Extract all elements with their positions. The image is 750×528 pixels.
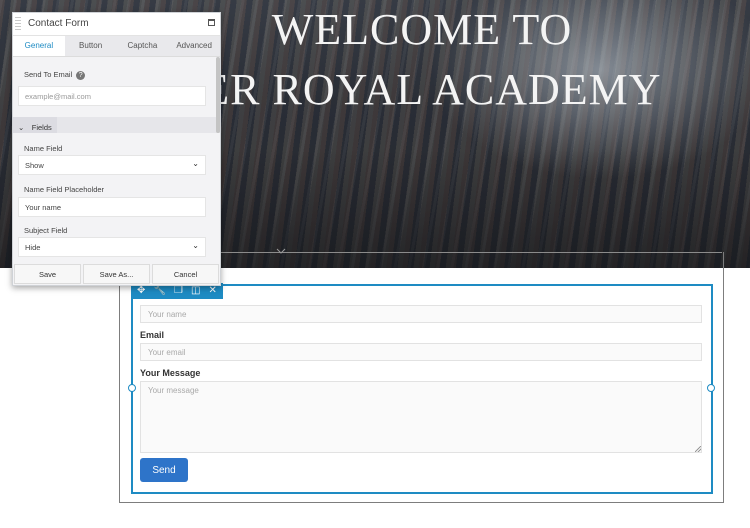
resize-handle-left[interactable] <box>128 384 136 392</box>
name-field-select[interactable]: Show ⌄ <box>18 155 206 175</box>
chevron-down-icon: ⌄ <box>192 159 199 168</box>
send-to-email-input[interactable]: example@mail.com <box>18 86 206 106</box>
panel-title: Contact Form <box>28 18 89 29</box>
tab-button[interactable]: Button <box>65 36 117 56</box>
minimize-icon[interactable] <box>208 19 215 26</box>
save-as-button[interactable]: Save As... <box>83 264 150 284</box>
tab-general[interactable]: General <box>13 36 65 56</box>
tab-captcha[interactable]: Captcha <box>117 36 169 56</box>
help-icon[interactable]: ? <box>76 70 86 80</box>
subject-field-select[interactable]: Hide ⌄ <box>18 237 206 257</box>
subject-field-label: Subject Field <box>24 226 68 235</box>
send-to-email-label: Send To Email? <box>24 70 86 80</box>
panel-footer: Save Save As... Cancel <box>13 264 220 285</box>
message-label: Your Message <box>140 368 201 378</box>
email-input[interactable]: Your email <box>140 343 702 361</box>
tab-advanced[interactable]: Advanced <box>168 36 220 56</box>
cancel-button[interactable]: Cancel <box>152 264 219 284</box>
name-placeholder-input[interactable]: Your name <box>18 197 206 217</box>
drop-indicator-icon <box>276 248 286 254</box>
name-field-label: Name Field <box>24 144 63 153</box>
chevron-down-icon: ⌄ <box>18 123 25 132</box>
textarea-resize-icon[interactable] <box>695 446 701 452</box>
panel-scrollbar[interactable] <box>216 57 220 133</box>
drag-grip-icon[interactable] <box>15 17 21 31</box>
name-placeholder-label: Name Field Placeholder <box>24 185 105 194</box>
panel-tabs: General Button Captcha Advanced <box>13 36 220 57</box>
message-textarea[interactable]: Your message <box>140 381 702 453</box>
send-button[interactable]: Send <box>140 458 188 482</box>
save-button[interactable]: Save <box>14 264 81 284</box>
settings-panel: Contact Form General Button Captcha Adva… <box>12 12 221 286</box>
chevron-down-icon: ⌄ <box>192 241 199 250</box>
fields-section-header[interactable]: ⌄ Fields <box>13 117 220 133</box>
panel-header[interactable]: Contact Form <box>13 13 220 36</box>
resize-handle-right[interactable] <box>707 384 715 392</box>
name-input[interactable]: Your name <box>140 305 702 323</box>
email-label: Email <box>140 330 165 340</box>
fields-section-label: Fields <box>31 123 52 132</box>
